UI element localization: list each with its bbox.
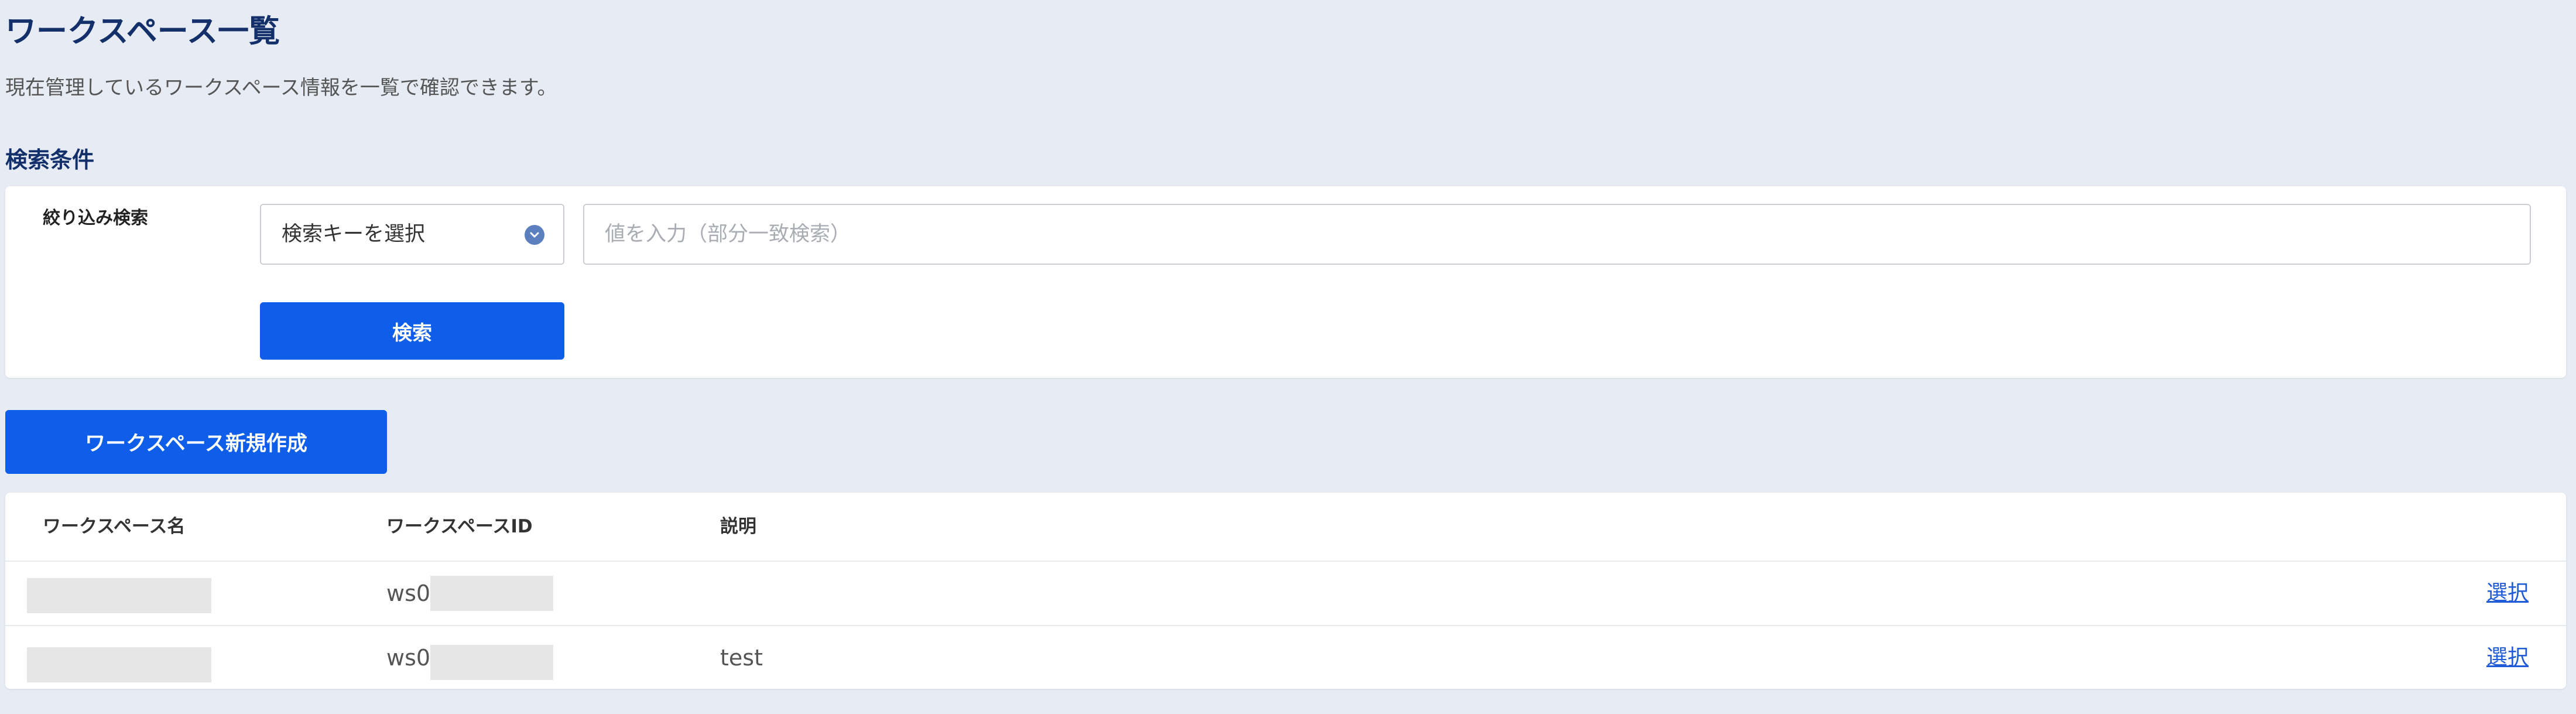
search-conditions-heading: 検索条件 <box>5 147 95 173</box>
search-key-select[interactable]: 検索キーを選択 <box>260 204 564 265</box>
column-header-workspace-name: ワークスペース名 <box>43 516 186 537</box>
redacted-workspace-name <box>27 578 211 613</box>
search-key-select-value: 検索キーを選択 <box>282 223 426 246</box>
search-value-input[interactable] <box>583 204 2531 265</box>
select-workspace-link[interactable]: 選択 <box>2486 562 2529 625</box>
search-button[interactable]: 検索 <box>260 302 564 360</box>
column-header-description: 説明 <box>720 516 756 537</box>
workspace-table: ワークスペース名 ワークスペースID 説明 ws0 選択 ws0 test 選択 <box>5 493 2566 689</box>
table-row: ws0 test 選択 <box>5 626 2566 689</box>
workspace-id-cell: ws0 <box>386 626 554 689</box>
workspace-id-prefix: ws0 <box>386 580 431 606</box>
search-panel: 絞り込み検索 検索キーを選択 検索 <box>5 186 2566 378</box>
workspace-id-cell: ws0 <box>386 562 554 625</box>
filter-search-label: 絞り込み検索 <box>43 208 148 228</box>
table-header: ワークスペース名 ワークスペースID 説明 <box>5 493 2566 562</box>
page-description: 現在管理しているワークスペース情報を一覧で確認できます。 <box>5 76 557 100</box>
table-row: ws0 選択 <box>5 562 2566 626</box>
page-title: ワークスペース一覧 <box>5 13 280 49</box>
redacted-workspace-id <box>430 576 554 611</box>
redacted-workspace-name <box>27 647 211 682</box>
select-workspace-link[interactable]: 選択 <box>2486 626 2529 689</box>
workspace-id-prefix: ws0 <box>386 645 431 671</box>
chevron-down-icon <box>525 225 544 245</box>
column-header-workspace-id: ワークスペースID <box>386 516 533 537</box>
create-workspace-button[interactable]: ワークスペース新規作成 <box>5 410 387 474</box>
redacted-workspace-id <box>430 645 554 680</box>
workspace-description: test <box>720 645 763 671</box>
